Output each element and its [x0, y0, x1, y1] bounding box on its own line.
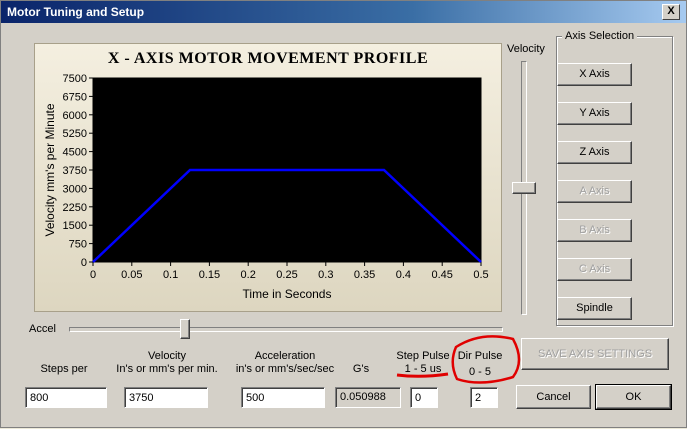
motor-tuning-window: Motor Tuning and Setup X X - AXIS MOTOR … — [0, 0, 687, 428]
step-pulse-underline-annotation — [396, 372, 449, 378]
dir-pulse-circle-annotation — [451, 335, 521, 384]
annotation-overlay — [396, 335, 521, 384]
